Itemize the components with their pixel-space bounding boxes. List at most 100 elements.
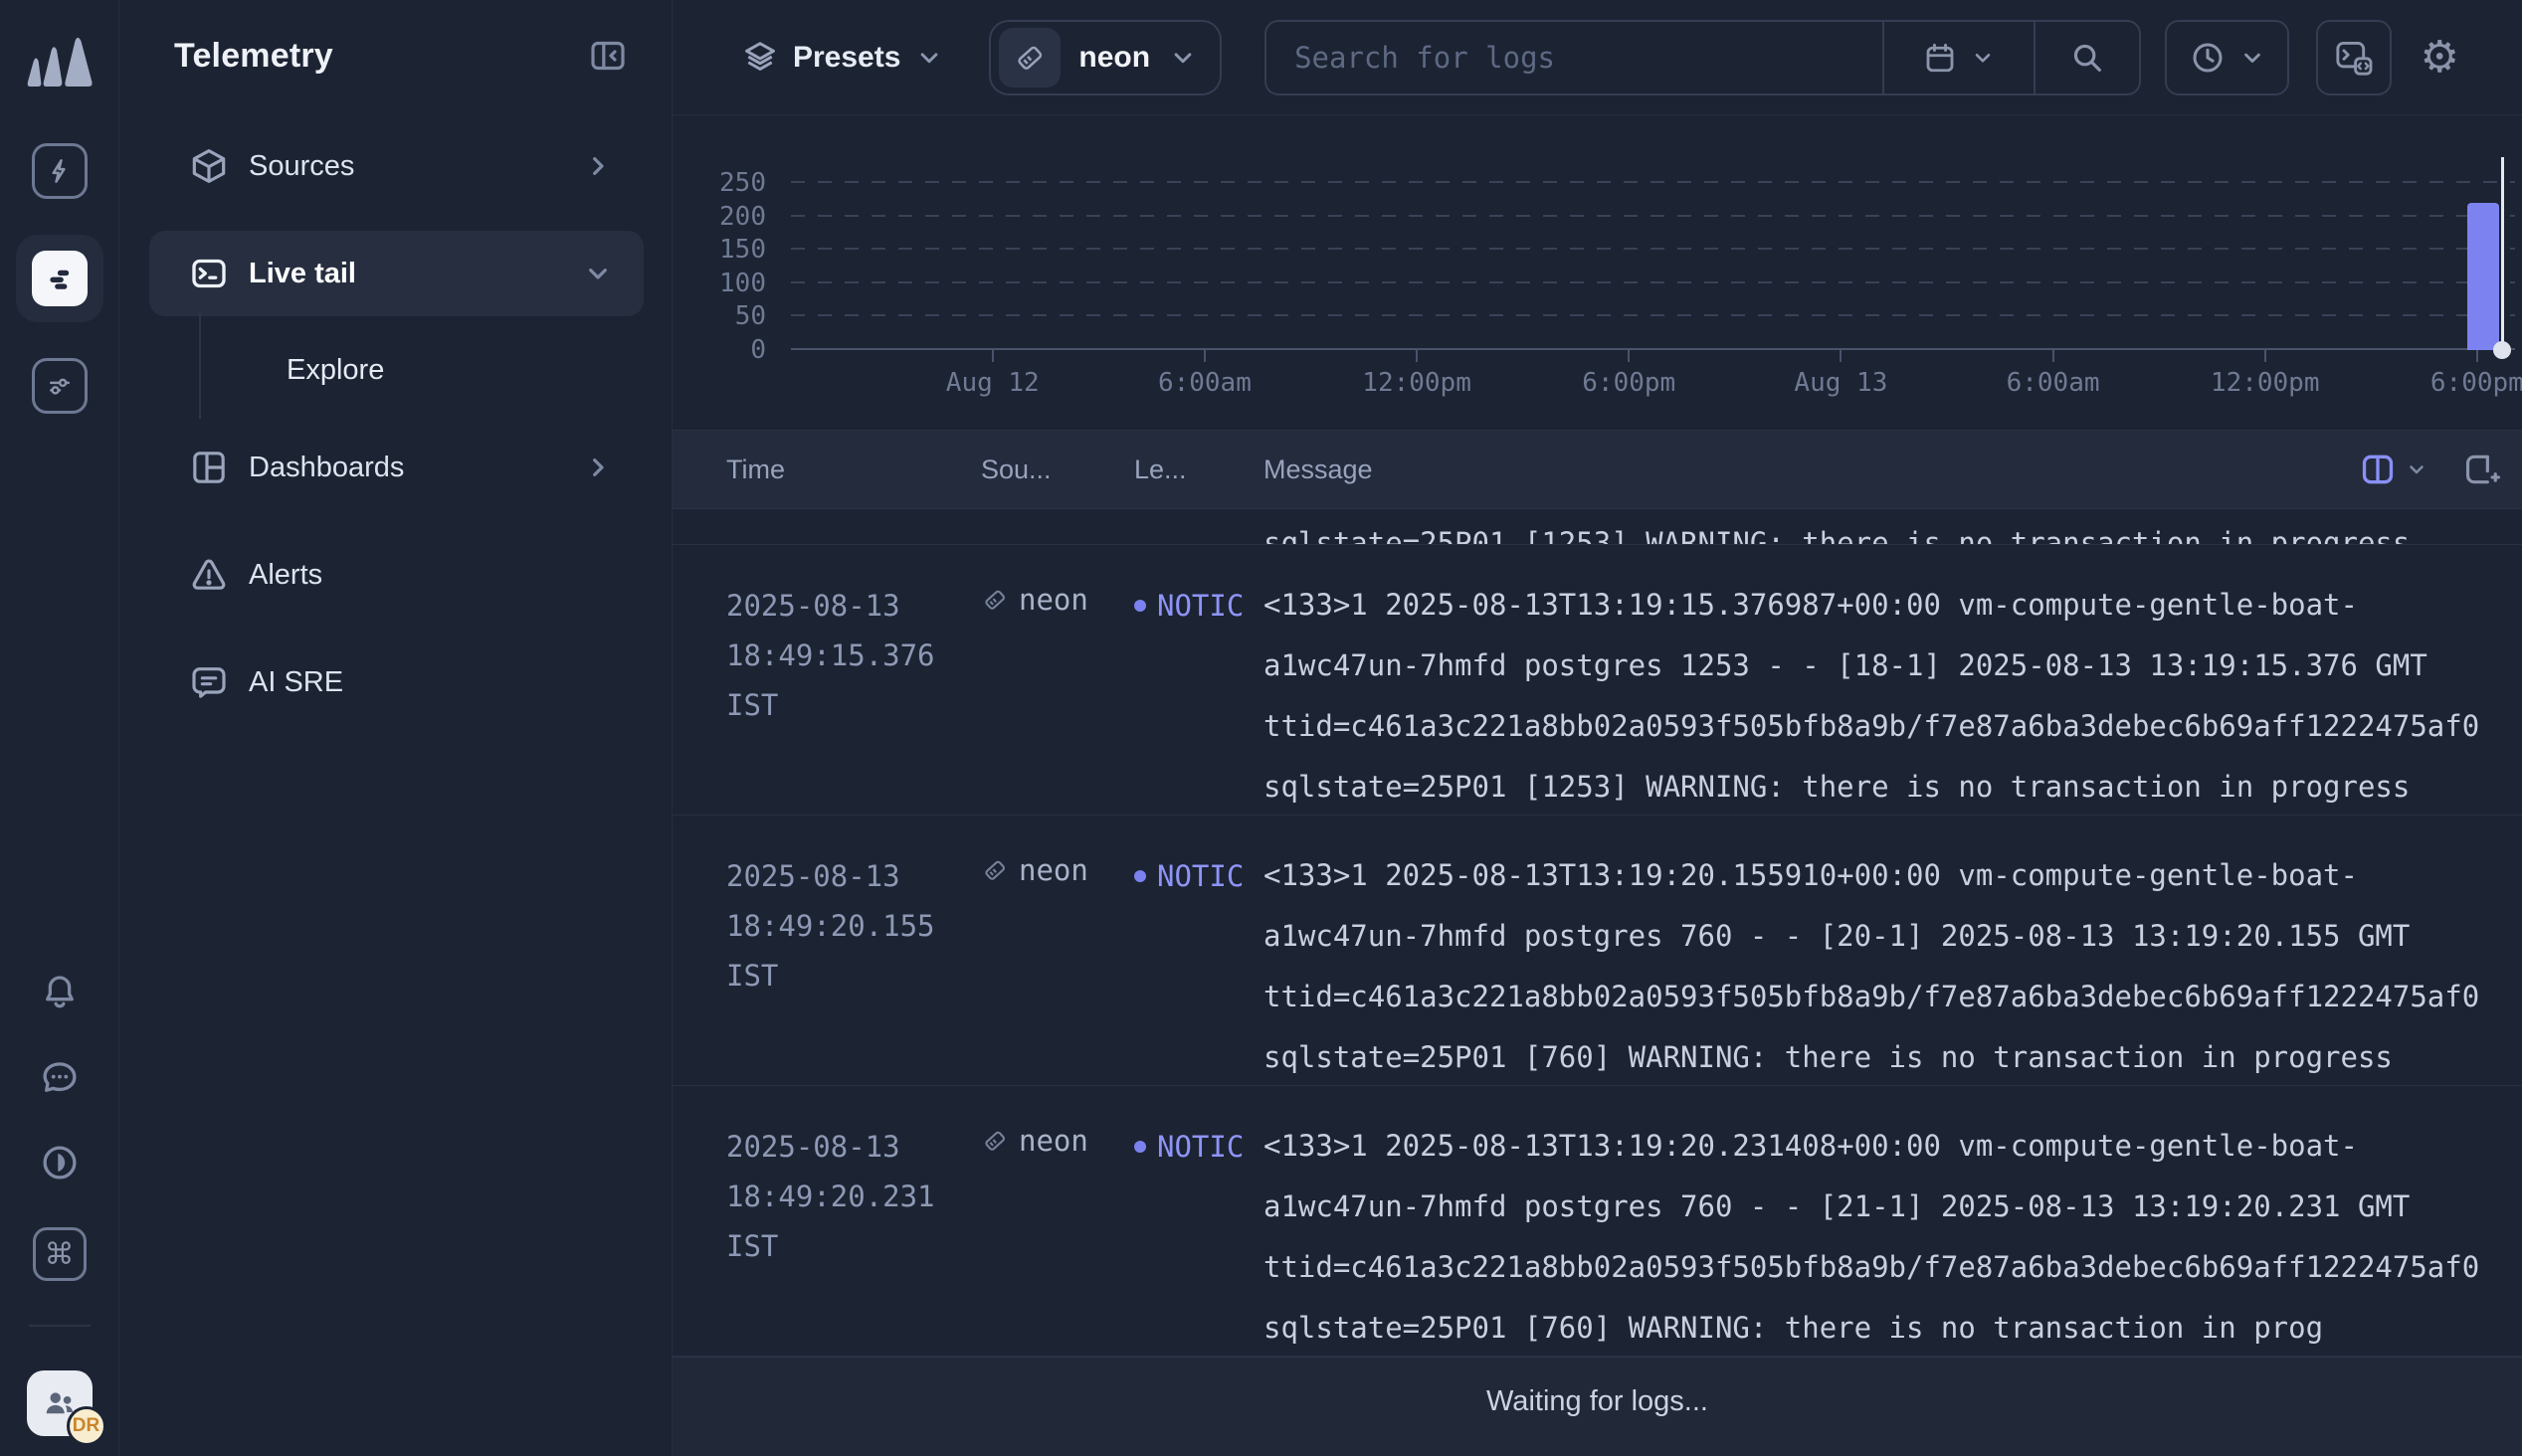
sidebar-item-label: Explore [149,354,384,387]
flash-icon[interactable] [32,143,88,199]
rail-bottom: ⌘ DR [27,971,93,1456]
sidebar-item-explore[interactable]: Explore [149,327,644,413]
source-picker[interactable]: neon [989,20,1222,95]
search-input[interactable] [1266,22,1882,93]
chart-y-axis: 050100150200250 [673,183,766,350]
presets-button[interactable]: Presets [741,39,944,77]
avatar[interactable]: DR [27,1370,93,1436]
level-text: NOTIC [1157,1130,1244,1164]
topbar: Presets neon [673,0,2522,115]
log-source-name: neon [1019,853,1088,887]
chevron-down-icon [2238,44,2266,72]
add-column-icon[interactable] [2462,451,2500,488]
app-logo-icon[interactable] [21,26,98,99]
columns-layout-button[interactable] [2359,451,2428,488]
cube-icon [189,146,231,186]
log-table: Time Sou... Le... Message [673,430,2522,1456]
app-root: ⌘ DR Telemetry [0,0,2522,1456]
columns-icon [2359,451,2397,488]
level-dot [1134,870,1146,882]
chevron-right-icon [582,150,614,182]
bell-icon[interactable] [39,971,81,1012]
log-source-name: neon [1019,1124,1088,1158]
sidebar-nav: Sources Live tail [119,76,672,725]
log-row[interactable]: 2025-08-13 18:49:15.376 IST neon NOTIC <… [673,545,2522,816]
sidebar-item-label: AI SRE [249,666,343,699]
tree-line [199,313,201,419]
avatar-badge: DR [67,1406,106,1446]
sidebar-item-alerts[interactable]: Alerts [149,532,644,618]
log-tag-icon [981,1127,1009,1155]
chat-bubble-icon[interactable] [39,1056,81,1098]
log-level: NOTIC [1134,816,1263,893]
logs-icon [32,251,88,306]
calendar-icon [1922,40,1958,76]
log-message: <133>1 2025-08-13T13:19:20.155910+00:00 … [1263,816,2522,1086]
log-row[interactable]: 2025-08-13 18:49:20.231 IST neon NOTIC <… [673,1086,2522,1357]
log-source: neon [981,545,1134,617]
sidebar-item-label: Alerts [249,559,322,592]
rail-nav [16,143,103,414]
sidebar-item-dashboards[interactable]: Dashboards [149,425,644,510]
grid-icon [189,448,231,487]
table-body: sqlstate=25P01 [1253] WARNING: there is … [673,509,2522,1357]
gear-icon[interactable]: ⚙ [2414,32,2465,84]
clock-icon [2189,39,2227,77]
column-header-level[interactable]: Le... [1134,455,1263,485]
chart-plot [791,183,2515,350]
log-row[interactable]: 2025-08-13 18:49:20.155 IST neon NOTIC <… [673,816,2522,1086]
level-text: NOTIC [1157,859,1244,893]
sidebar-item-live-tail[interactable]: Live tail [149,231,644,316]
export-terminal-button[interactable] [2316,20,2392,95]
terminal-code-icon [2333,37,2375,79]
sidebar-item-ai-sre[interactable]: AI SRE [149,639,644,725]
log-time: 2025-08-13 18:49:20.155 IST [726,816,981,1001]
time-range-button[interactable] [2165,20,2289,95]
table-footer: Waiting for logs... [673,1357,2522,1456]
log-source: neon [981,1086,1134,1158]
log-level: NOTIC [1134,545,1263,623]
sidebar-item-label: Sources [249,150,354,183]
date-range-button[interactable] [1882,22,2034,93]
column-header-time[interactable]: Time [726,455,981,485]
terminal-icon [189,254,231,293]
panel-collapse-icon[interactable] [588,36,628,76]
contrast-icon[interactable] [39,1142,81,1183]
sidebar-item-sources[interactable]: Sources [149,123,644,209]
chevron-down-icon [914,43,944,73]
column-header-source[interactable]: Sou... [981,455,1134,485]
source-name: neon [1078,41,1150,75]
command-icon[interactable]: ⌘ [33,1227,87,1281]
log-level: NOTIC [1134,1086,1263,1164]
sidebar-title: Telemetry [174,37,333,76]
search-icon [2068,39,2106,77]
message-icon [189,662,231,702]
sidebar-item-label: Dashboards [249,452,404,484]
log-tag-icon [981,586,1009,614]
log-time: 2025-08-13 18:49:15.376 IST [726,545,981,730]
presets-label: Presets [793,41,900,75]
log-message: <133>1 2025-08-13T13:19:15.376987+00:00 … [1263,545,2522,816]
column-header-message[interactable]: Message [1263,455,2359,485]
rail-item-livetail-active[interactable] [16,235,103,322]
level-dot [1134,600,1146,612]
chart-x-axis: Aug 126:00am12:00pm6:00pmAug 136:00am12:… [791,368,2515,402]
search-submit-button[interactable] [2034,22,2139,93]
table-header: Time Sou... Le... Message [673,430,2522,509]
alert-triangle-icon [189,555,231,595]
log-tag-icon [981,856,1009,884]
rail-divider [29,1325,91,1327]
log-volume-chart[interactable]: 050100150200250 Aug 126:00am12:00pm6:00p… [673,115,2522,430]
sliders-icon[interactable] [32,358,88,414]
chevron-down-icon [2405,457,2428,481]
level-dot [1134,1141,1146,1153]
sidebar: Telemetry Sources [119,0,673,1456]
chevron-down-icon [582,258,614,289]
sidebar-item-label: Live tail [249,258,356,290]
level-text: NOTIC [1157,589,1244,623]
log-time: 2025-08-13 18:49:20.231 IST [726,1086,981,1271]
log-row-partial[interactable]: sqlstate=25P01 [1253] WARNING: there is … [673,509,2522,545]
layers-icon [741,39,779,77]
log-tag-icon [999,28,1061,88]
chevron-down-icon [1168,43,1198,73]
